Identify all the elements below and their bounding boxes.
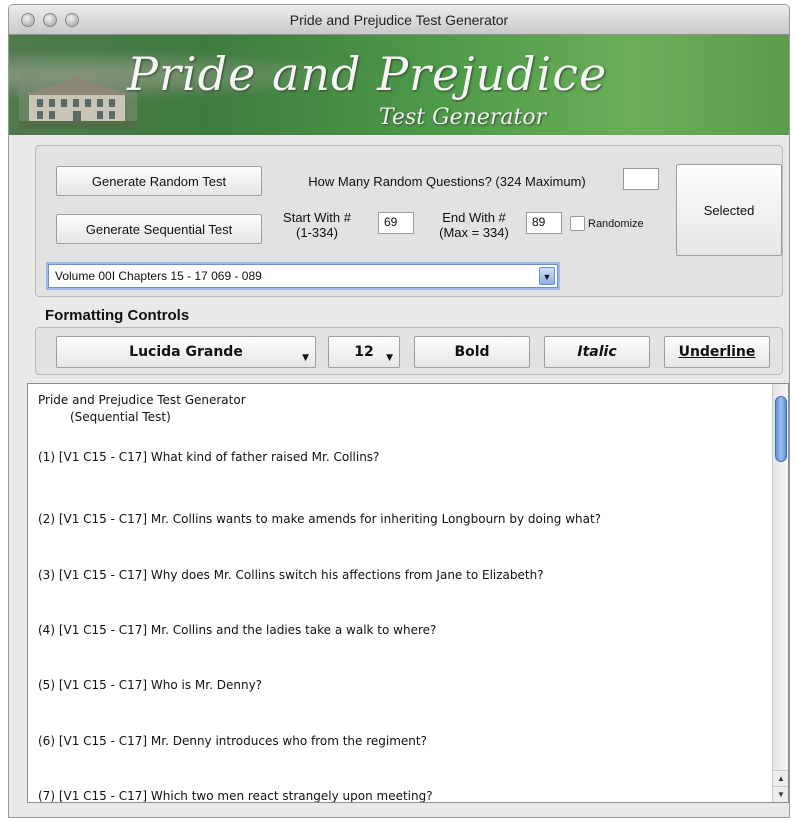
volume-chapter-select[interactable]: Volume 00I Chapters 15 - 17 069 - 089 ▼ [48, 264, 558, 288]
title-bar[interactable]: Pride and Prejudice Test Generator [9, 5, 789, 35]
mansion-icon [19, 71, 137, 129]
randomize-label: Randomize [588, 218, 644, 230]
font-family-value: Lucida Grande [129, 344, 243, 360]
question-item: (2) [V1 C15 - C17] Mr. Collins wants to … [38, 512, 602, 526]
document-subtitle: (Sequential Test) [70, 410, 171, 424]
random-count-input[interactable] [623, 168, 659, 190]
document-content: Pride and Prejudice Test Generator (Sequ… [38, 392, 758, 802]
formatting-panel: Lucida Grande ▼ 12 ▼ Bold Italic Underli… [35, 327, 783, 375]
scroll-up-icon[interactable]: ▲ [773, 770, 788, 786]
start-with-input[interactable]: 69 [378, 212, 414, 234]
font-size-value: 12 [354, 344, 374, 360]
chevron-down-icon: ▼ [302, 353, 309, 363]
banner-subtitle: Test Generator [379, 105, 547, 130]
question-item: (6) [V1 C15 - C17] Mr. Denny introduces … [38, 734, 427, 748]
question-item: (7) [V1 C15 - C17] Which two men react s… [38, 789, 433, 803]
chevron-down-icon: ▼ [386, 353, 393, 363]
end-range-text: (Max = 334) [439, 225, 509, 240]
end-with-input[interactable]: 89 [526, 212, 562, 234]
start-with-label: Start With # (1-334) [272, 210, 362, 240]
question-item: (5) [V1 C15 - C17] Who is Mr. Denny? [38, 678, 263, 692]
generator-panel: Generate Random Test How Many Random Que… [35, 145, 783, 297]
start-range-text: (1-334) [296, 225, 338, 240]
underline-button[interactable]: Underline [664, 336, 770, 368]
selected-button[interactable]: Selected [676, 164, 782, 256]
vertical-scrollbar[interactable]: ▲ ▼ [772, 384, 788, 802]
banner-title: Pride and Prejudice [127, 47, 608, 101]
test-text-area[interactable]: Pride and Prejudice Test Generator (Sequ… [27, 383, 789, 803]
scrollbar-thumb[interactable] [775, 396, 787, 462]
chevron-down-icon[interactable]: ▼ [539, 267, 555, 285]
header-banner: Pride and Prejudice Test Generator [9, 35, 789, 135]
start-with-text: Start With # [283, 210, 351, 225]
italic-button[interactable]: Italic [544, 336, 650, 368]
generate-sequential-test-button[interactable]: Generate Sequential Test [56, 214, 262, 244]
font-size-select[interactable]: 12 ▼ [328, 336, 400, 368]
bold-button[interactable]: Bold [414, 336, 530, 368]
window-title: Pride and Prejudice Test Generator [289, 12, 509, 28]
scroll-down-icon[interactable]: ▼ [773, 786, 788, 802]
app-window: Pride and Prejudice Test Generator Pride… [8, 4, 790, 818]
random-questions-label: How Many Random Questions? (324 Maximum) [308, 174, 586, 189]
end-with-text: End With # [442, 210, 506, 225]
end-with-label: End With # (Max = 334) [424, 210, 524, 240]
volume-select-value: Volume 00I Chapters 15 - 17 069 - 089 [55, 269, 262, 283]
formatting-controls-heading: Formatting Controls [45, 307, 190, 324]
randomize-checkbox[interactable] [570, 216, 585, 231]
document-title: Pride and Prejudice Test Generator [38, 393, 246, 407]
question-item: (1) [V1 C15 - C17] What kind of father r… [38, 450, 380, 464]
question-item: (4) [V1 C15 - C17] Mr. Collins and the l… [38, 623, 437, 637]
font-family-select[interactable]: Lucida Grande ▼ [56, 336, 316, 368]
question-item: (3) [V1 C15 - C17] Why does Mr. Collins … [38, 568, 544, 582]
generate-random-test-button[interactable]: Generate Random Test [56, 166, 262, 196]
